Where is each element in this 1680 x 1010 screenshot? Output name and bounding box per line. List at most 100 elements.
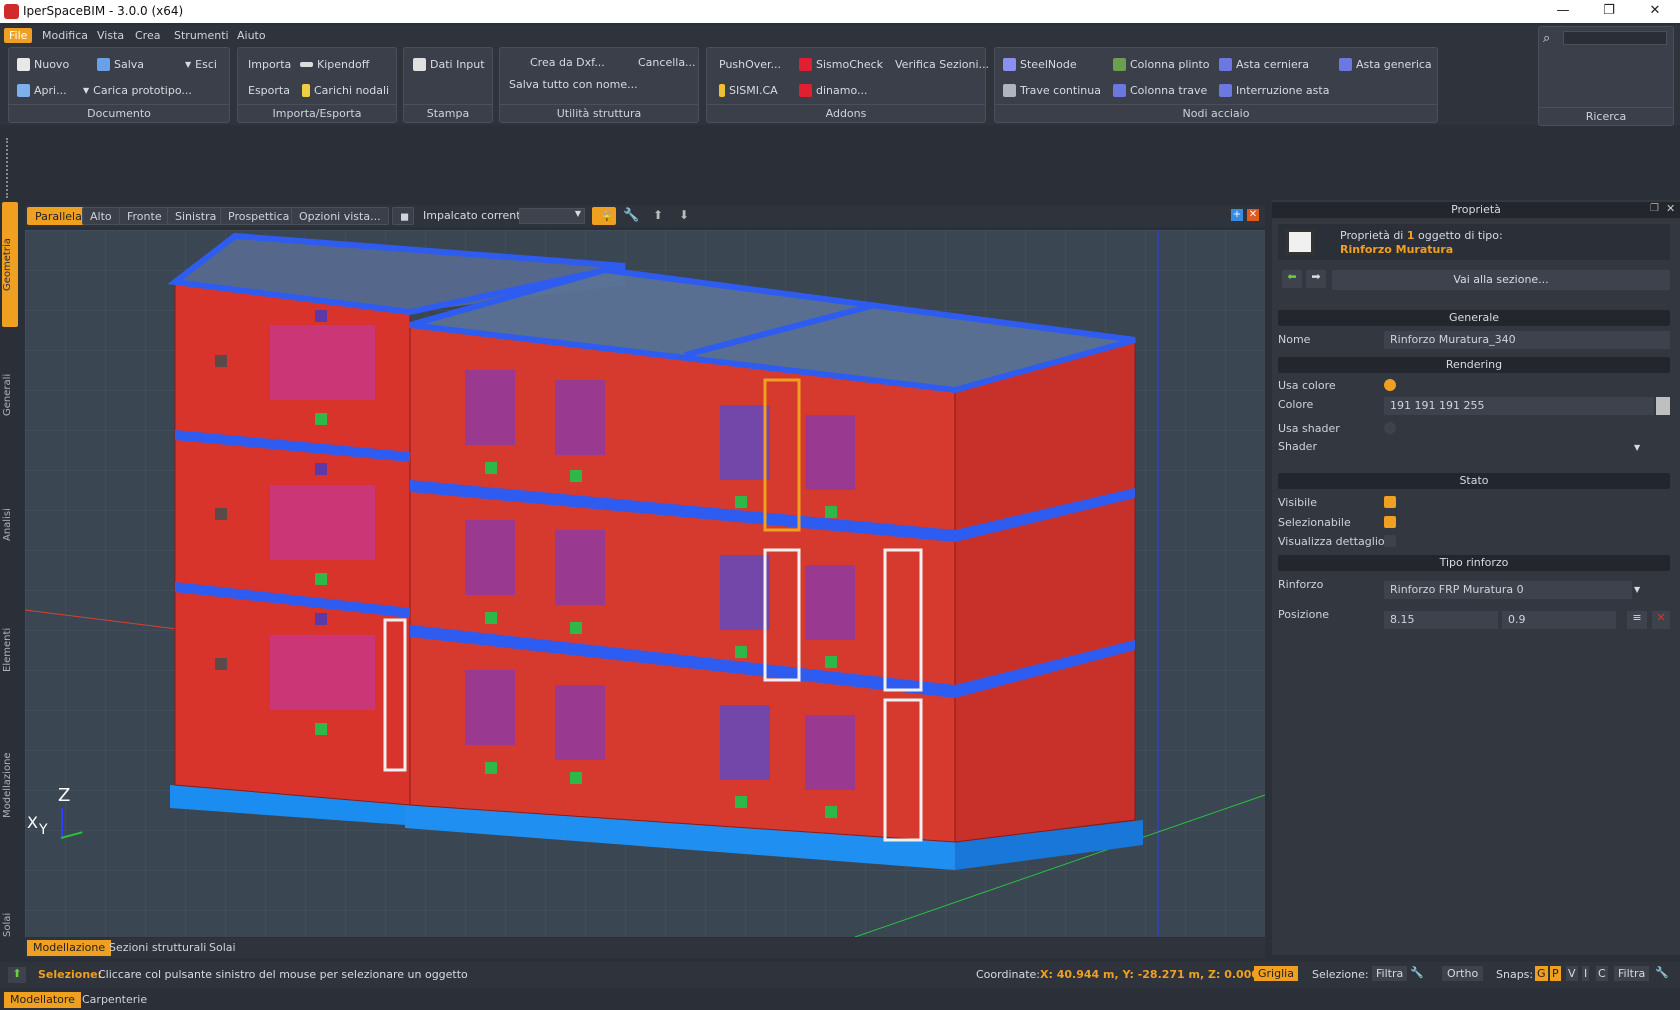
menu-strumenti[interactable]: Strumenti <box>169 28 234 43</box>
dati-input-button[interactable]: Dati Input <box>413 58 485 71</box>
tab-carpenterie[interactable]: Carpenterie <box>76 992 153 1008</box>
close-panel-icon[interactable]: ✕ <box>1666 202 1675 215</box>
verifica-sezioni-button[interactable]: Verifica Sezioni... <box>895 58 989 71</box>
menu-modifica[interactable]: Modifica <box>37 28 93 43</box>
carichi-nodali-button[interactable]: Carichi nodali <box>302 84 389 97</box>
sismica-button[interactable]: SISMI.CA <box>719 84 778 97</box>
colore-field[interactable]: 191 191 191 255 <box>1384 397 1654 415</box>
apri-button[interactable]: Apri... <box>17 84 67 97</box>
camera-icon[interactable]: ◼ <box>392 207 414 225</box>
salva-button[interactable]: Salva <box>97 58 144 71</box>
tab-modellazione[interactable]: Modellazione <box>27 940 112 956</box>
menu-vista[interactable]: Vista <box>92 28 129 43</box>
section-stato[interactable]: Stato <box>1278 473 1670 489</box>
view-alto[interactable]: Alto <box>82 207 120 225</box>
interruzione-asta-button[interactable]: Interruzione asta <box>1219 84 1329 97</box>
forward-icon[interactable]: ➡ <box>1306 270 1326 288</box>
snap-filtra-button[interactable]: Filtra <box>1614 966 1650 981</box>
snap-g[interactable]: G <box>1535 966 1548 981</box>
tab-analisi[interactable]: Analisi <box>2 465 18 585</box>
close-button[interactable]: ✕ <box>1632 0 1678 23</box>
opzioni-vista-button[interactable]: Opzioni vista... <box>291 207 389 225</box>
usa-shader-checkbox[interactable] <box>1384 422 1396 434</box>
back-icon[interactable]: ⬅ <box>1282 270 1302 288</box>
wrench-icon[interactable]: 🔧 <box>1410 966 1424 979</box>
floor-down-icon[interactable]: ⬇ <box>679 208 689 222</box>
importa-button[interactable]: Importa <box>248 58 291 71</box>
trave-continua-button[interactable]: Trave continua <box>1003 84 1101 97</box>
cancella-button[interactable]: Cancella... <box>638 56 696 69</box>
visualizza-dettaglio-label: Visualizza dettaglio <box>1278 535 1385 548</box>
tab-modellatore[interactable]: Modellatore <box>4 992 81 1008</box>
esporta-button[interactable]: Esporta <box>248 84 290 97</box>
sismocheck-button[interactable]: SismoCheck <box>799 58 883 71</box>
wrench-icon[interactable]: 🔧 <box>623 208 639 223</box>
posizione-x-field[interactable]: 8.15 <box>1384 611 1498 629</box>
kipendoff-button[interactable]: Kipendoff <box>300 58 369 71</box>
lock-icon[interactable]: 🔒 <box>592 207 616 225</box>
section-tipo-rinforzo[interactable]: Tipo rinforzo <box>1278 555 1670 571</box>
left-tab-strip: Geometria Generali Analisi Elementi Mode… <box>0 130 20 1000</box>
asta-generica-button[interactable]: Asta generica <box>1339 58 1432 71</box>
rinforzo-dropdown[interactable]: ▼ <box>1634 585 1640 594</box>
float-icon[interactable]: ❐ <box>1650 203 1659 214</box>
floor-up-icon[interactable]: ⬆ <box>653 208 663 222</box>
section-generale[interactable]: Generale <box>1278 310 1670 326</box>
impalcato-select[interactable]: ▼ <box>519 208 585 224</box>
dinamo-button[interactable]: dinamo... <box>799 84 868 97</box>
cursor-icon[interactable]: ⬆ <box>8 967 26 983</box>
menu-crea[interactable]: Crea <box>130 28 165 43</box>
usa-colore-checkbox[interactable] <box>1384 379 1396 391</box>
snap-i[interactable]: I <box>1582 966 1590 981</box>
add-view-icon[interactable]: + <box>1231 209 1243 221</box>
carica-prototipo-button[interactable]: ▼ Carica prototipo... <box>83 84 192 97</box>
ortho-toggle[interactable]: Ortho <box>1442 966 1484 981</box>
search-input[interactable] <box>1563 31 1667 45</box>
color-swatch[interactable] <box>1656 397 1670 415</box>
visibile-checkbox[interactable] <box>1384 496 1396 508</box>
nuovo-button[interactable]: Nuovo <box>17 58 69 71</box>
view-prospettica[interactable]: Prospettica <box>220 207 298 225</box>
nome-field[interactable]: Rinforzo Muratura_340 <box>1384 331 1670 349</box>
crea-dxf-button[interactable]: Crea da Dxf... <box>530 56 605 69</box>
pushover-button[interactable]: PushOver... <box>719 58 781 71</box>
tab-solai[interactable]: Solai <box>203 940 242 956</box>
dettaglio-checkbox[interactable] <box>1384 535 1396 547</box>
3d-viewport[interactable]: Z X Y <box>25 230 1265 937</box>
view-parallela[interactable]: Parallela <box>27 207 90 225</box>
snap-wrench-icon[interactable]: 🔧 <box>1655 966 1669 979</box>
view-sinistra[interactable]: Sinistra <box>167 207 225 225</box>
delete-icon[interactable]: ✕ <box>1652 611 1670 629</box>
goto-section-button[interactable]: Vai alla sezione... <box>1332 270 1670 290</box>
esci-button[interactable]: ▼ Esci <box>185 58 217 71</box>
colonna-plinto-button[interactable]: Colonna plinto <box>1113 58 1210 71</box>
list-icon[interactable]: ≡ <box>1627 611 1647 629</box>
menu-aiuto[interactable]: Aiuto <box>232 28 271 43</box>
salva-tutto-button[interactable]: Salva tutto con nome... <box>509 78 638 91</box>
restore-button[interactable]: ❐ <box>1586 0 1632 23</box>
rinforzo-select[interactable]: Rinforzo FRP Muratura 0 <box>1384 581 1632 599</box>
section-rendering[interactable]: Rendering <box>1278 357 1670 373</box>
steelnode-button[interactable]: SteelNode <box>1003 58 1077 71</box>
tab-geometria[interactable]: Geometria <box>2 202 18 327</box>
minimize-button[interactable]: — <box>1540 0 1586 23</box>
print-icon <box>413 58 426 71</box>
selezionabile-checkbox[interactable] <box>1384 516 1396 528</box>
snap-c[interactable]: C <box>1596 966 1608 981</box>
tab-elementi[interactable]: Elementi <box>2 590 18 710</box>
snap-p[interactable]: P <box>1550 966 1561 981</box>
colonna-trave-button[interactable]: Colonna trave <box>1113 84 1207 97</box>
tab-modellazione[interactable]: Modellazione <box>2 715 18 855</box>
menu-file[interactable]: File <box>4 28 33 43</box>
asta-cerniera-button[interactable]: Asta cerniera <box>1219 58 1309 71</box>
snap-v[interactable]: V <box>1566 966 1578 981</box>
view-fronte[interactable]: Fronte <box>119 207 170 225</box>
tab-sezioni-strutturali[interactable]: Sezioni strutturali <box>103 940 212 956</box>
griglia-toggle[interactable]: Griglia <box>1254 966 1298 981</box>
filtra-button[interactable]: Filtra <box>1372 966 1408 981</box>
tab-generali[interactable]: Generali <box>2 335 18 455</box>
grip-handle[interactable] <box>6 138 10 198</box>
posizione-y-field[interactable]: 0.9 <box>1502 611 1616 629</box>
close-view-icon[interactable]: ✕ <box>1247 209 1259 221</box>
shader-dropdown[interactable]: ▼ <box>1634 443 1640 452</box>
